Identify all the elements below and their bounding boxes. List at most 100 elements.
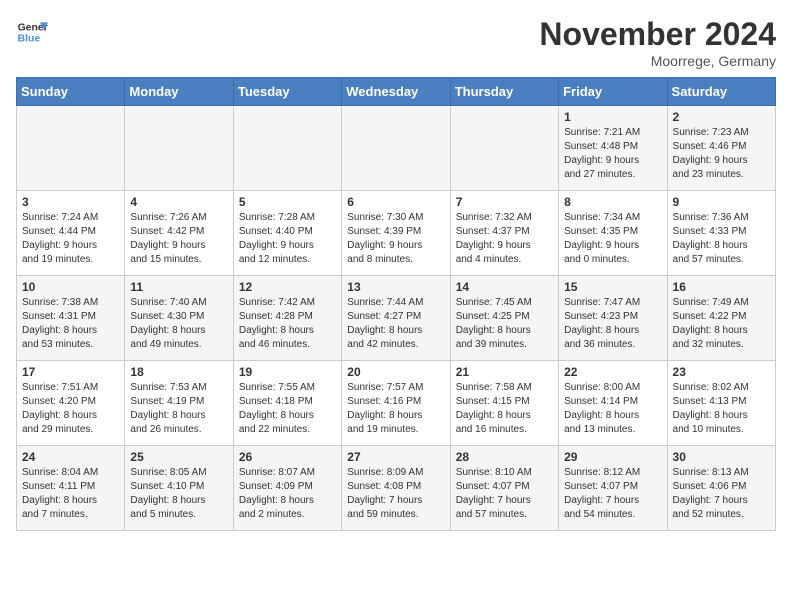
calendar-cell: 13 Sunrise: 7:44 AM Sunset: 4:27 PM Dayli… [342, 276, 450, 361]
day-number: 23 [673, 365, 770, 379]
day-info: Sunrise: 7:49 AM Sunset: 4:22 PM Dayligh… [673, 296, 770, 352]
day-number: 24 [22, 450, 119, 464]
calendar-cell [450, 106, 558, 191]
day-info: Sunrise: 7:23 AM Sunset: 4:46 PM Dayligh… [673, 126, 770, 182]
day-info: Sunrise: 7:57 AM Sunset: 4:16 PM Dayligh… [347, 381, 444, 437]
calendar-table: SundayMondayTuesdayWednesdayThursdayFrid… [16, 77, 776, 531]
day-number: 10 [22, 280, 119, 294]
calendar-cell: 12 Sunrise: 7:42 AM Sunset: 4:28 PM Dayli… [233, 276, 341, 361]
day-info: Sunrise: 7:45 AM Sunset: 4:25 PM Dayligh… [456, 296, 553, 352]
location-subtitle: Moorrege, Germany [539, 53, 776, 69]
page-header: General Blue November 2024 Moorrege, Ger… [16, 16, 776, 69]
week-row-5: 24 Sunrise: 8:04 AM Sunset: 4:11 PM Dayli… [17, 446, 776, 531]
weekday-header-wednesday: Wednesday [342, 78, 450, 106]
day-number: 29 [564, 450, 661, 464]
day-number: 2 [673, 110, 770, 124]
day-info: Sunrise: 8:13 AM Sunset: 4:06 PM Dayligh… [673, 466, 770, 522]
day-info: Sunrise: 8:12 AM Sunset: 4:07 PM Dayligh… [564, 466, 661, 522]
day-info: Sunrise: 7:44 AM Sunset: 4:27 PM Dayligh… [347, 296, 444, 352]
day-info: Sunrise: 8:02 AM Sunset: 4:13 PM Dayligh… [673, 381, 770, 437]
day-info: Sunrise: 7:42 AM Sunset: 4:28 PM Dayligh… [239, 296, 336, 352]
calendar-cell: 9Sunrise: 7:36 AM Sunset: 4:33 PM Daylig… [667, 191, 775, 276]
day-number: 18 [130, 365, 227, 379]
day-info: Sunrise: 8:04 AM Sunset: 4:11 PM Dayligh… [22, 466, 119, 522]
calendar-cell: 24 Sunrise: 8:04 AM Sunset: 4:11 PM Dayli… [17, 446, 125, 531]
day-info: Sunrise: 7:40 AM Sunset: 4:30 PM Dayligh… [130, 296, 227, 352]
calendar-cell: 15 Sunrise: 7:47 AM Sunset: 4:23 PM Dayli… [559, 276, 667, 361]
calendar-cell: 19 Sunrise: 7:55 AM Sunset: 4:18 PM Dayli… [233, 361, 341, 446]
calendar-cell: 28 Sunrise: 8:10 AM Sunset: 4:07 PM Dayli… [450, 446, 558, 531]
week-row-3: 10 Sunrise: 7:38 AM Sunset: 4:31 PM Dayli… [17, 276, 776, 361]
month-title: November 2024 [539, 16, 776, 53]
calendar-cell [125, 106, 233, 191]
calendar-cell: 8 Sunrise: 7:34 AM Sunset: 4:35 PM Daylig… [559, 191, 667, 276]
day-number: 13 [347, 280, 444, 294]
calendar-cell [342, 106, 450, 191]
day-info: Sunrise: 7:55 AM Sunset: 4:18 PM Dayligh… [239, 381, 336, 437]
weekday-header-monday: Monday [125, 78, 233, 106]
calendar-cell: 5Sunrise: 7:28 AM Sunset: 4:40 PM Daylig… [233, 191, 341, 276]
day-info: Sunrise: 7:53 AM Sunset: 4:19 PM Dayligh… [130, 381, 227, 437]
day-number: 19 [239, 365, 336, 379]
day-number: 17 [22, 365, 119, 379]
day-number: 22 [564, 365, 661, 379]
calendar-cell: 16 Sunrise: 7:49 AM Sunset: 4:22 PM Dayli… [667, 276, 775, 361]
weekday-header-sunday: Sunday [17, 78, 125, 106]
week-row-1: 1 Sunrise: 7:21 AM Sunset: 4:48 PM Daylig… [17, 106, 776, 191]
day-info: Sunrise: 7:36 AM Sunset: 4:33 PM Dayligh… [673, 211, 770, 267]
day-info: Sunrise: 7:47 AM Sunset: 4:23 PM Dayligh… [564, 296, 661, 352]
day-info: Sunrise: 7:58 AM Sunset: 4:15 PM Dayligh… [456, 381, 553, 437]
day-info: Sunrise: 7:26 AM Sunset: 4:42 PM Dayligh… [130, 211, 227, 267]
day-number: 28 [456, 450, 553, 464]
day-info: Sunrise: 8:00 AM Sunset: 4:14 PM Dayligh… [564, 381, 661, 437]
logo: General Blue [16, 16, 48, 48]
weekday-header-friday: Friday [559, 78, 667, 106]
day-number: 15 [564, 280, 661, 294]
weekday-header-thursday: Thursday [450, 78, 558, 106]
calendar-cell: 20Sunrise: 7:57 AM Sunset: 4:16 PM Dayli… [342, 361, 450, 446]
day-info: Sunrise: 8:05 AM Sunset: 4:10 PM Dayligh… [130, 466, 227, 522]
logo-icon: General Blue [16, 16, 48, 48]
week-row-4: 17Sunrise: 7:51 AM Sunset: 4:20 PM Dayli… [17, 361, 776, 446]
calendar-cell: 30Sunrise: 8:13 AM Sunset: 4:06 PM Dayli… [667, 446, 775, 531]
calendar-cell [17, 106, 125, 191]
weekday-header-row: SundayMondayTuesdayWednesdayThursdayFrid… [17, 78, 776, 106]
day-info: Sunrise: 8:10 AM Sunset: 4:07 PM Dayligh… [456, 466, 553, 522]
weekday-header-saturday: Saturday [667, 78, 775, 106]
day-info: Sunrise: 7:30 AM Sunset: 4:39 PM Dayligh… [347, 211, 444, 267]
calendar-cell: 11 Sunrise: 7:40 AM Sunset: 4:30 PM Dayli… [125, 276, 233, 361]
calendar-cell: 23 Sunrise: 8:02 AM Sunset: 4:13 PM Dayli… [667, 361, 775, 446]
day-number: 14 [456, 280, 553, 294]
calendar-cell: 25 Sunrise: 8:05 AM Sunset: 4:10 PM Dayli… [125, 446, 233, 531]
day-number: 16 [673, 280, 770, 294]
day-number: 6 [347, 195, 444, 209]
day-info: Sunrise: 8:07 AM Sunset: 4:09 PM Dayligh… [239, 466, 336, 522]
calendar-cell: 27Sunrise: 8:09 AM Sunset: 4:08 PM Dayli… [342, 446, 450, 531]
calendar-cell: 26 Sunrise: 8:07 AM Sunset: 4:09 PM Dayli… [233, 446, 341, 531]
calendar-cell: 6 Sunrise: 7:30 AM Sunset: 4:39 PM Daylig… [342, 191, 450, 276]
day-number: 21 [456, 365, 553, 379]
day-number: 8 [564, 195, 661, 209]
calendar-cell: 2 Sunrise: 7:23 AM Sunset: 4:46 PM Daylig… [667, 106, 775, 191]
day-number: 25 [130, 450, 227, 464]
day-number: 11 [130, 280, 227, 294]
day-info: Sunrise: 7:21 AM Sunset: 4:48 PM Dayligh… [564, 126, 661, 182]
day-info: Sunrise: 7:24 AM Sunset: 4:44 PM Dayligh… [22, 211, 119, 267]
svg-text:Blue: Blue [18, 34, 41, 45]
day-info: Sunrise: 7:28 AM Sunset: 4:40 PM Dayligh… [239, 211, 336, 267]
day-number: 7 [456, 195, 553, 209]
day-number: 12 [239, 280, 336, 294]
calendar-cell: 10 Sunrise: 7:38 AM Sunset: 4:31 PM Dayli… [17, 276, 125, 361]
week-row-2: 3 Sunrise: 7:24 AM Sunset: 4:44 PM Daylig… [17, 191, 776, 276]
calendar-cell: 17Sunrise: 7:51 AM Sunset: 4:20 PM Dayli… [17, 361, 125, 446]
title-area: November 2024 Moorrege, Germany [539, 16, 776, 69]
day-number: 3 [22, 195, 119, 209]
day-info: Sunrise: 7:34 AM Sunset: 4:35 PM Dayligh… [564, 211, 661, 267]
day-number: 26 [239, 450, 336, 464]
day-number: 1 [564, 110, 661, 124]
calendar-cell: 7Sunrise: 7:32 AM Sunset: 4:37 PM Daylig… [450, 191, 558, 276]
day-info: Sunrise: 8:09 AM Sunset: 4:08 PM Dayligh… [347, 466, 444, 522]
weekday-header-tuesday: Tuesday [233, 78, 341, 106]
calendar-cell: 4Sunrise: 7:26 AM Sunset: 4:42 PM Daylig… [125, 191, 233, 276]
day-info: Sunrise: 7:38 AM Sunset: 4:31 PM Dayligh… [22, 296, 119, 352]
